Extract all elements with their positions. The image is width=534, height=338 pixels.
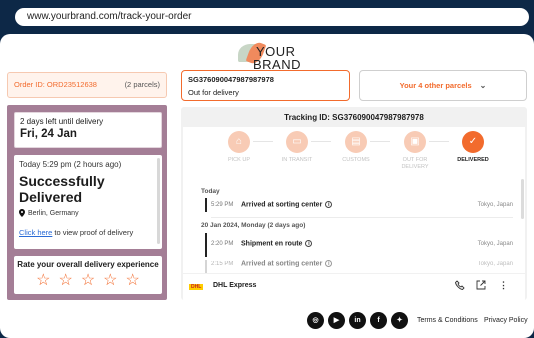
twitter-icon[interactable]: ✦ — [391, 312, 408, 329]
step-in-transit: ▭ IN TRANSIT — [267, 131, 327, 164]
info-icon[interactable]: i — [325, 260, 333, 267]
step-pick-up: ⌂ PICK UP — [209, 131, 269, 164]
star-4-icon[interactable]: ☆ — [103, 273, 117, 289]
location-text: Berlin, Germany — [28, 209, 79, 217]
step-out-for-delivery: ▣ OUT FOR DELIVERY — [385, 131, 445, 170]
proof-link[interactable]: Click here — [19, 228, 52, 237]
pickup-icon: ⌂ — [228, 131, 250, 153]
selected-parcel-card[interactable]: SG376090047987987978 Out for delivery — [181, 70, 350, 101]
event-status: Arrived at sorting center i — [241, 201, 333, 209]
courier-name: DHL Express — [213, 282, 257, 289]
address-bar[interactable]: www.yourbrand.com/track-your-order — [15, 8, 529, 26]
info-icon[interactable]: i — [325, 201, 333, 208]
step-label: DELIVERED — [457, 157, 489, 163]
event-time: 5:29 PM — [211, 202, 234, 208]
event-status-text: Arrived at sorting center — [241, 201, 323, 209]
rating-title: Rate your overall delivery experience — [17, 260, 159, 269]
delivery-summary-panel: 2 days left until delivery Fri, 24 Jan T… — [7, 105, 167, 300]
parcel-count: (2 parcels) — [124, 80, 160, 89]
step-label: PICK UP — [227, 157, 250, 163]
out-for-delivery-icon: ▣ — [404, 131, 426, 153]
proof-of-delivery: Click here to view proof of delivery — [19, 228, 157, 237]
status-time: Today 5:29 pm (2 hours ago) — [19, 160, 122, 169]
privacy-link[interactable]: Privacy Policy — [484, 317, 528, 324]
customs-icon: ▤ — [345, 131, 367, 153]
instagram-icon[interactable]: ◎ — [307, 312, 324, 329]
star-2-icon[interactable]: ☆ — [58, 273, 72, 289]
location-pin-icon — [19, 209, 25, 217]
star-3-icon[interactable]: ☆ — [81, 273, 95, 289]
event-status: Arrived at sorting center i — [241, 260, 333, 268]
status-line-2: Delivered — [19, 189, 83, 205]
event-day-header: 20 Jan 2024, Monday (2 days ago) — [201, 222, 306, 229]
event-status: Shipment en route i — [241, 240, 313, 248]
proof-text: to view proof of delivery — [52, 228, 134, 237]
days-left-text: 2 days left until delivery — [20, 117, 104, 126]
event-location: Tokyo, Japan — [477, 241, 513, 247]
check-icon: ✓ — [462, 131, 484, 153]
dhl-logo: DHL — [189, 284, 204, 290]
status-location: Berlin, Germany — [19, 209, 157, 217]
status-line-1: Successfully — [19, 173, 105, 189]
status-card-scrollbar[interactable] — [157, 158, 160, 244]
event-location: Tokyo, Japan — [477, 261, 513, 267]
step-label: CUSTOMS — [342, 157, 370, 163]
event-marker — [205, 198, 207, 212]
event-time: 2:15 PM — [211, 261, 234, 267]
step-label: IN TRANSIT — [281, 157, 313, 163]
phone-icon[interactable] — [455, 280, 465, 290]
delivery-date: Fri, 24 Jan — [20, 128, 77, 140]
tracking-detail-panel: Tracking ID: SG376090047987987978 ⌂ PICK… — [181, 107, 527, 300]
truck-icon: ▭ — [286, 131, 308, 153]
status-title: Successfully Delivered — [19, 173, 157, 205]
eta-card: 2 days left until delivery Fri, 24 Jan — [14, 112, 162, 148]
event-marker — [205, 260, 207, 273]
tracking-id-title: Tracking ID: SG376090047987987978 — [284, 113, 424, 122]
order-id: Order ID: ORD23512638 — [14, 80, 97, 89]
event-status-text: Arrived at sorting center — [241, 260, 323, 268]
terms-link[interactable]: Terms & Conditions — [417, 317, 478, 324]
step-customs: ▤ CUSTOMS — [326, 131, 386, 164]
courier-bar: DHL DHL Express ⋮ — [183, 274, 525, 300]
chevron-down-icon: ⌄ — [479, 81, 487, 90]
youtube-icon[interactable]: ▶ — [328, 312, 345, 329]
step-label: OUT FOR DELIVERY — [401, 157, 429, 170]
order-id-bar: Order ID: ORD23512638 (2 parcels) — [7, 72, 167, 98]
status-card: Today 5:29 pm (2 hours ago) Successfully… — [14, 155, 162, 249]
parcel-status: Out for delivery — [188, 88, 239, 97]
star-1-icon[interactable]: ☆ — [36, 273, 50, 289]
brand-logo: YOUR BRAND — [236, 40, 301, 72]
more-options-icon[interactable]: ⋮ — [499, 280, 508, 291]
star-5-icon[interactable]: ☆ — [126, 273, 140, 289]
parcel-tracking-number: SG376090047987987978 — [188, 75, 274, 84]
external-link-icon[interactable] — [476, 280, 486, 290]
event-divider — [211, 217, 513, 218]
step-delivered: ✓ DELIVERED — [443, 131, 503, 164]
event-marker — [205, 233, 207, 257]
event-location: Tokyo, Japan — [477, 202, 513, 208]
facebook-icon[interactable]: f — [370, 312, 387, 329]
rating-stars: ☆ ☆ ☆ ☆ ☆ — [14, 273, 162, 289]
timeline-scrollbar[interactable] — [521, 179, 524, 219]
linkedin-icon[interactable]: in — [349, 312, 366, 329]
event-day-header: Today — [201, 188, 220, 195]
other-parcels-dropdown[interactable]: Your 4 other parcels ⌄ — [359, 70, 527, 101]
event-time: 2:20 PM — [211, 241, 234, 247]
event-status-text: Shipment en route — [241, 240, 303, 248]
other-parcels-label: Your 4 other parcels — [399, 81, 472, 90]
tracking-timeline: ⌂ PICK UP ▭ IN TRANSIT ▤ CUSTOMS ▣ OUT F… — [183, 127, 525, 273]
rating-card: Rate your overall delivery experience ☆ … — [14, 256, 162, 294]
tracking-page: YOUR BRAND Order ID: ORD23512638 (2 parc… — [0, 34, 534, 338]
info-icon[interactable]: i — [305, 240, 313, 247]
